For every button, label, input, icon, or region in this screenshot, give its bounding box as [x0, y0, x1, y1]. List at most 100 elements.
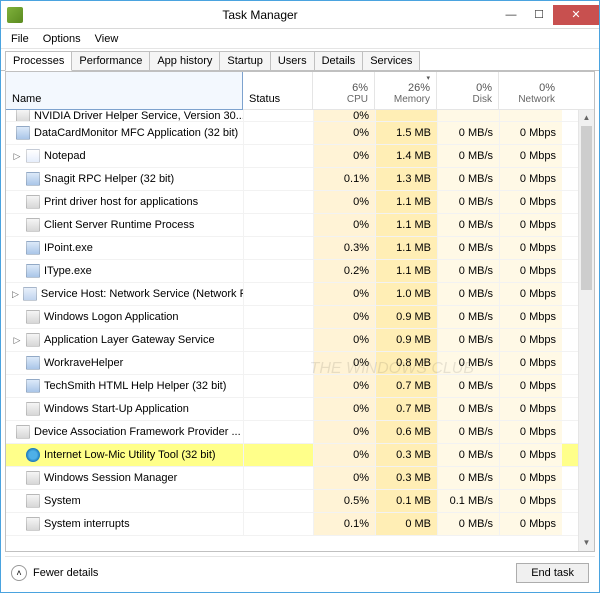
table-row[interactable]: WorkraveHelper0%0.8 MB0 MB/s0 Mbps [6, 352, 578, 375]
titlebar[interactable]: Task Manager — ☐ ✕ [1, 1, 599, 29]
process-name: Windows Session Manager [44, 472, 177, 484]
tab-startup[interactable]: Startup [219, 51, 270, 71]
table-row[interactable]: Internet Low-Mic Utility Tool (32 bit)0%… [6, 444, 578, 467]
table-row[interactable]: System0.5%0.1 MB0.1 MB/s0 Mbps [6, 490, 578, 513]
expand-icon[interactable]: ▷ [12, 289, 19, 300]
disk-value: 0 MB/s [438, 191, 500, 213]
table-row[interactable]: DataCardMonitor MFC Application (32 bit)… [6, 122, 578, 145]
tab-details[interactable]: Details [314, 51, 364, 71]
window-title: Task Manager [23, 8, 497, 22]
network-value: 0 Mbps [500, 237, 562, 259]
network-value: 0 Mbps [500, 398, 562, 420]
network-value: 0 Mbps [500, 145, 562, 167]
process-icon [26, 172, 40, 186]
disk-value: 0 MB/s [438, 260, 500, 282]
network-value: 0 Mbps [500, 122, 562, 144]
table-row[interactable]: IType.exe0.2%1.1 MB0 MB/s0 Mbps [6, 260, 578, 283]
memory-value: 1.1 MB [376, 214, 438, 236]
network-value: 0 Mbps [500, 421, 562, 443]
table-row[interactable]: Windows Logon Application0%0.9 MB0 MB/s0… [6, 306, 578, 329]
table-row[interactable]: Print driver host for applications0%1.1 … [6, 191, 578, 214]
col-memory[interactable]: ▾ 26%Memory [375, 72, 437, 109]
disk-value: 0 MB/s [438, 467, 500, 489]
maximize-button[interactable]: ☐ [525, 5, 553, 25]
disk-value: 0 MB/s [438, 329, 500, 351]
col-name[interactable]: Name [5, 71, 243, 110]
scroll-thumb[interactable] [581, 126, 592, 290]
table-row[interactable]: Windows Start-Up Application0%0.7 MB0 MB… [6, 398, 578, 421]
fewer-details-button[interactable]: ˄ Fewer details [11, 565, 98, 581]
cpu-value: 0% [314, 145, 376, 167]
disk-value: 0 MB/s [438, 421, 500, 443]
process-icon [26, 494, 40, 508]
cpu-value: 0% [314, 110, 376, 121]
minimize-button[interactable]: — [497, 5, 525, 25]
cpu-value: 0% [314, 329, 376, 351]
tab-users[interactable]: Users [270, 51, 315, 71]
process-icon [16, 425, 30, 439]
footer: ˄ Fewer details End task [5, 556, 595, 588]
end-task-button[interactable]: End task [516, 563, 589, 583]
col-network[interactable]: 0%Network [499, 72, 561, 109]
menu-options[interactable]: Options [37, 31, 87, 47]
col-disk[interactable]: 0%Disk [437, 72, 499, 109]
menu-view[interactable]: View [89, 31, 125, 47]
process-name: IType.exe [44, 265, 92, 277]
process-name: System interrupts [44, 518, 130, 530]
close-button[interactable]: ✕ [553, 5, 599, 25]
process-name: Notepad [44, 150, 86, 162]
disk-value: 0 MB/s [438, 375, 500, 397]
process-name: TechSmith HTML Help Helper (32 bit) [44, 380, 226, 392]
memory-value: 0.7 MB [376, 398, 438, 420]
table-row[interactable]: NVIDIA Driver Helper Service, Version 30… [6, 110, 578, 122]
memory-value: 0.7 MB [376, 375, 438, 397]
process-icon [26, 241, 40, 255]
cpu-value: 0% [314, 122, 376, 144]
cpu-value: 0% [314, 375, 376, 397]
disk-value: 0 MB/s [438, 168, 500, 190]
table-row[interactable]: ▷Notepad0%1.4 MB0 MB/s0 Mbps [6, 145, 578, 168]
cpu-value: 0.1% [314, 168, 376, 190]
menubar: File Options View [1, 29, 599, 49]
tab-apphistory[interactable]: App history [149, 51, 220, 71]
tab-performance[interactable]: Performance [71, 51, 150, 71]
table-row[interactable]: Windows Session Manager0%0.3 MB0 MB/s0 M… [6, 467, 578, 490]
table-row[interactable]: TechSmith HTML Help Helper (32 bit) 0%0.7… [6, 375, 578, 398]
table-row[interactable]: ▷Application Layer Gateway Service0%0.9 … [6, 329, 578, 352]
scroll-down-icon[interactable]: ▼ [579, 535, 594, 551]
network-value: 0 Mbps [500, 306, 562, 328]
table-row[interactable]: IPoint.exe0.3%1.1 MB0 MB/s0 Mbps [6, 237, 578, 260]
tab-processes[interactable]: Processes [5, 51, 72, 71]
col-status[interactable]: Status [243, 72, 313, 109]
expand-icon[interactable]: ▷ [12, 151, 22, 162]
expand-icon[interactable]: ▷ [12, 335, 22, 346]
vertical-scrollbar[interactable]: ▲ ▼ [578, 110, 594, 551]
process-icon [26, 402, 40, 416]
table-row[interactable]: System interrupts0.1%0 MB0 MB/s0 Mbps [6, 513, 578, 536]
process-name: Internet Low-Mic Utility Tool (32 bit) [44, 449, 216, 461]
network-value: 0 Mbps [500, 283, 562, 305]
table-row[interactable]: ▷ Service Host: Network Service (Network … [6, 283, 578, 306]
network-value: 0 Mbps [500, 513, 562, 535]
table-row[interactable]: Client Server Runtime Process0%1.1 MB0 M… [6, 214, 578, 237]
scroll-up-icon[interactable]: ▲ [579, 110, 594, 126]
memory-value: 1.4 MB [376, 145, 438, 167]
process-name: System [44, 495, 81, 507]
content-area: Name Status 6%CPU ▾ 26%Memory 0%Disk 0%N… [5, 71, 595, 552]
table-row[interactable]: Snagit RPC Helper (32 bit)0.1%1.3 MB0 MB… [6, 168, 578, 191]
app-icon [7, 7, 23, 23]
process-icon [26, 448, 40, 462]
table-row[interactable]: Device Association Framework Provider ..… [6, 421, 578, 444]
process-icon [26, 356, 40, 370]
tab-services[interactable]: Services [362, 51, 420, 71]
process-name: NVIDIA Driver Helper Service, Version 30… [34, 110, 244, 121]
network-value: 0 Mbps [500, 214, 562, 236]
col-cpu[interactable]: 6%CPU [313, 72, 375, 109]
disk-value: 0 MB/s [438, 352, 500, 374]
menu-file[interactable]: File [5, 31, 35, 47]
cpu-value: 0% [314, 283, 376, 305]
process-icon [26, 149, 40, 163]
memory-value: 0 MB [376, 513, 438, 535]
disk-value: 0 MB/s [438, 513, 500, 535]
process-name: Service Host: Network Service (Network R… [41, 288, 244, 300]
